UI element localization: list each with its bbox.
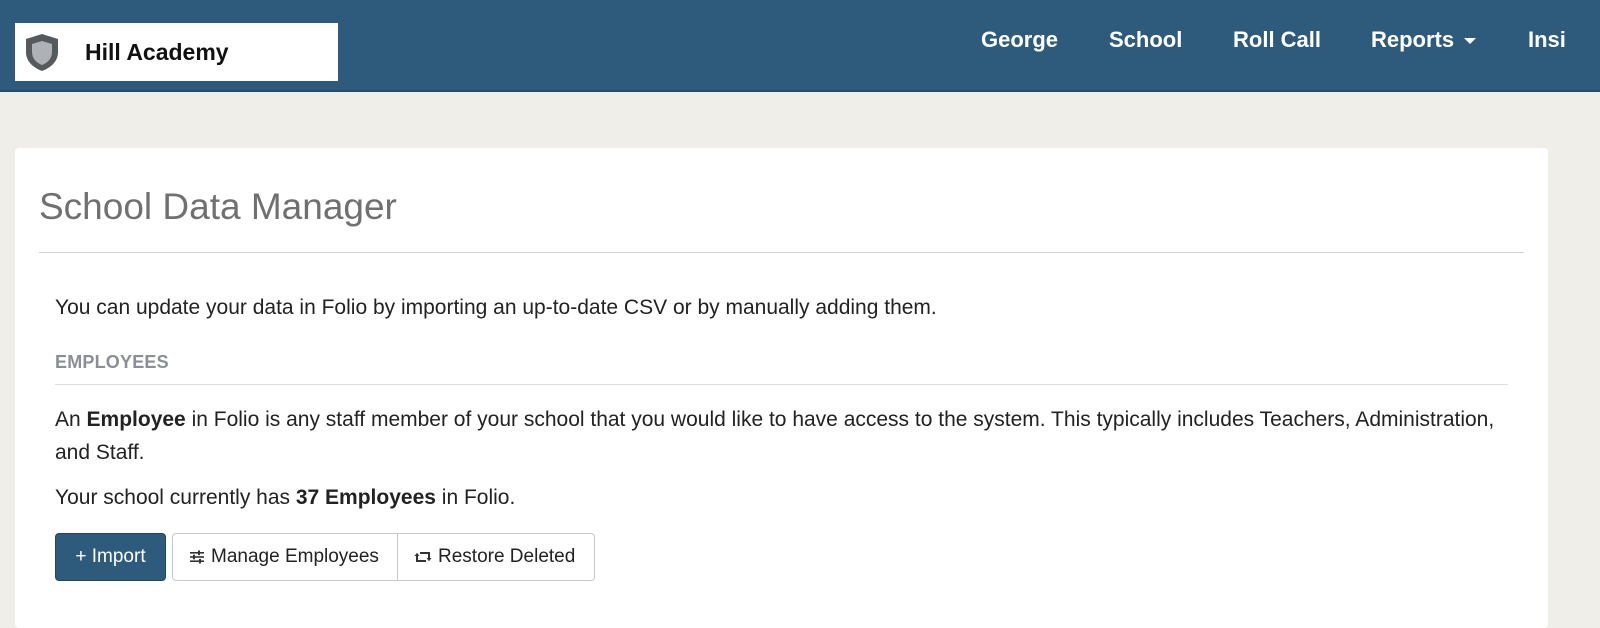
nav-label: Roll Call [1233, 27, 1322, 52]
brand-name: Hill Academy [85, 38, 229, 65]
import-button[interactable]: + Import [55, 533, 166, 581]
nav-item-george[interactable]: George [981, 0, 1058, 80]
section-divider [55, 384, 1508, 385]
count-prefix: Your school currently has [55, 486, 296, 509]
intro-text: You can update your data in Folio by imp… [55, 296, 937, 319]
nav-label: Reports [1371, 27, 1455, 52]
count-suffix: in Folio. [435, 486, 516, 509]
sliders-icon [189, 550, 205, 564]
employees-description: An Employee in Folio is any staff member… [55, 403, 1515, 469]
shield-icon [26, 34, 58, 71]
retweet-icon [414, 550, 432, 564]
title-divider [39, 252, 1524, 253]
desc-suffix: in Folio is any staff member of your sch… [55, 408, 1495, 464]
nav-label: Insi [1528, 27, 1566, 52]
manage-employees-button[interactable]: Manage Employees [172, 533, 398, 581]
nav-item-insights[interactable]: Insi [1528, 0, 1566, 80]
desc-prefix: An [55, 408, 87, 431]
nav-item-school[interactable]: School [1109, 0, 1182, 80]
caret-down-icon [1464, 38, 1477, 44]
restore-deleted-label: Restore Deleted [438, 546, 576, 567]
nav-label: School [1109, 27, 1183, 52]
import-label: + Import [75, 546, 146, 567]
main-card: School Data Manager You can update your … [15, 148, 1548, 628]
nav-label: George [981, 27, 1059, 52]
desc-emphasis: Employee [86, 408, 186, 431]
employees-section-heading: EMPLOYEES [55, 352, 169, 372]
page-title: School Data Manager [39, 186, 397, 227]
top-navbar: Hill Academy George School Roll Call Rep… [0, 0, 1600, 92]
restore-deleted-button[interactable]: Restore Deleted [398, 533, 595, 581]
employee-actions: + Import Manage Employees Restore Delete… [55, 533, 595, 581]
manage-employees-label: Manage Employees [211, 546, 379, 567]
employee-count-text: Your school currently has 37 Employees i… [55, 486, 515, 510]
employee-count: 37 Employees [295, 486, 436, 509]
brand-logo-link[interactable]: Hill Academy [15, 23, 338, 81]
nav-item-reports-dropdown[interactable]: Reports [1371, 0, 1477, 80]
nav-item-roll-call[interactable]: Roll Call [1233, 0, 1321, 80]
